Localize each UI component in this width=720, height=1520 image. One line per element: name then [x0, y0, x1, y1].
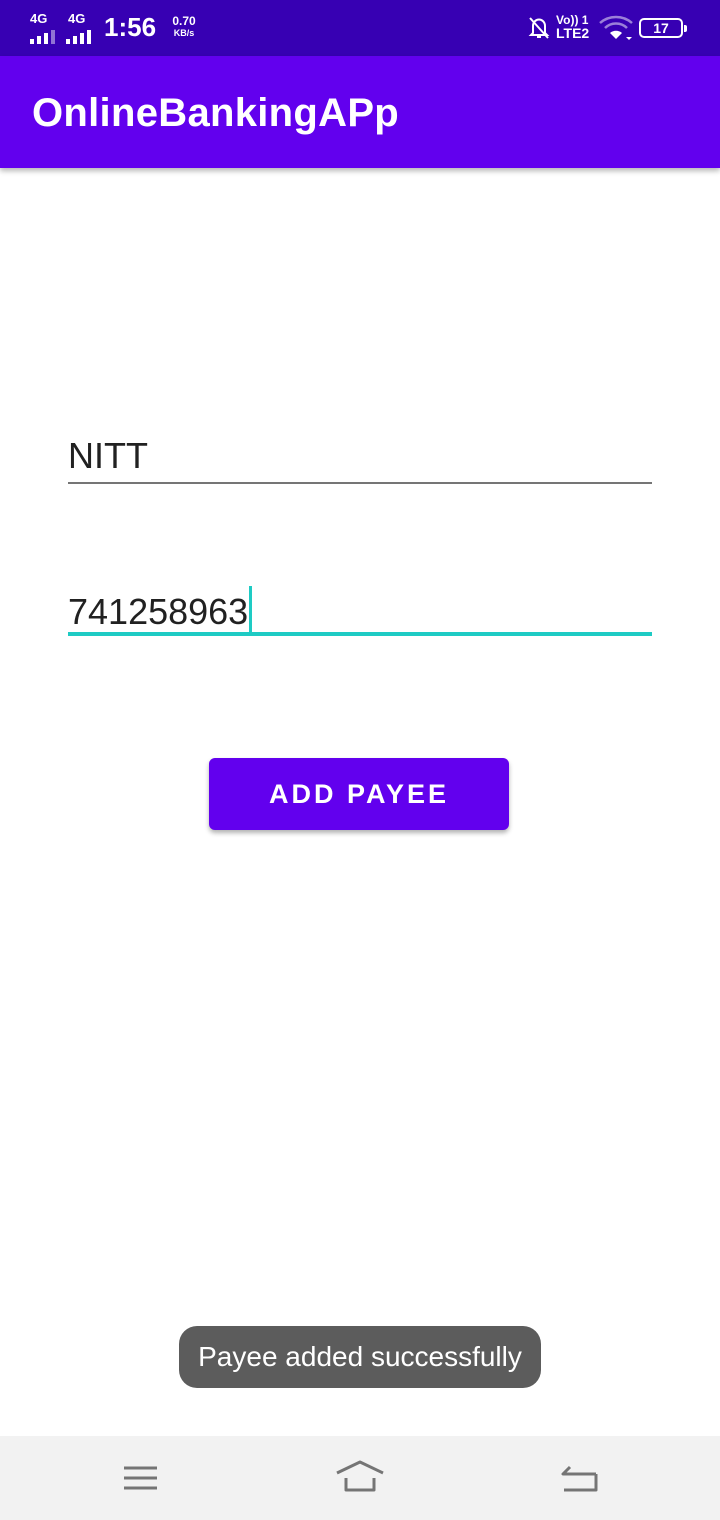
wifi-icon — [599, 15, 633, 40]
payee-name-value: NITT — [68, 435, 148, 476]
bell-off-icon — [528, 17, 550, 39]
battery-icon: 17 — [639, 18, 687, 38]
account-number-field[interactable]: 741258963 — [68, 578, 652, 636]
signal-icon — [66, 30, 92, 44]
back-icon[interactable] — [550, 1456, 606, 1500]
network-speed: 0.70 KB/s — [164, 14, 204, 39]
volte-indicator: Vo)) 1 LTE2 — [556, 14, 590, 41]
payee-name-field[interactable]: NITT — [68, 428, 652, 484]
network-speed-value: 0.70 — [172, 14, 196, 28]
toast-message: Payee added successfully — [179, 1326, 541, 1388]
status-bar: 4G 4G 1:56 0.70 KB/s Vo)) 1 LTE2 17 — [0, 0, 720, 56]
menu-icon[interactable] — [112, 1456, 168, 1500]
account-number-value: 741258963 — [68, 591, 249, 632]
home-icon[interactable] — [332, 1456, 388, 1500]
account-number-text: 741258963 — [68, 586, 253, 634]
app-bar: OnlineBankingAPp — [0, 56, 720, 168]
status-time: 1:56 — [104, 12, 157, 42]
text-cursor — [249, 586, 253, 634]
navigation-bar — [0, 1436, 720, 1520]
network-speed-unit: KB/s — [173, 28, 195, 38]
screen: 4G 4G 1:56 0.70 KB/s Vo)) 1 LTE2 17 Onli… — [0, 0, 720, 1520]
app-title: OnlineBankingAPp — [32, 91, 400, 135]
battery-level: 17 — [653, 20, 669, 36]
network-type-2: 4G — [68, 11, 86, 26]
add-payee-button[interactable]: ADD PAYEE — [209, 758, 509, 830]
network-type-1: 4G — [30, 11, 48, 26]
signal-icon — [30, 30, 56, 44]
volte-bottom: LTE2 — [556, 25, 590, 41]
